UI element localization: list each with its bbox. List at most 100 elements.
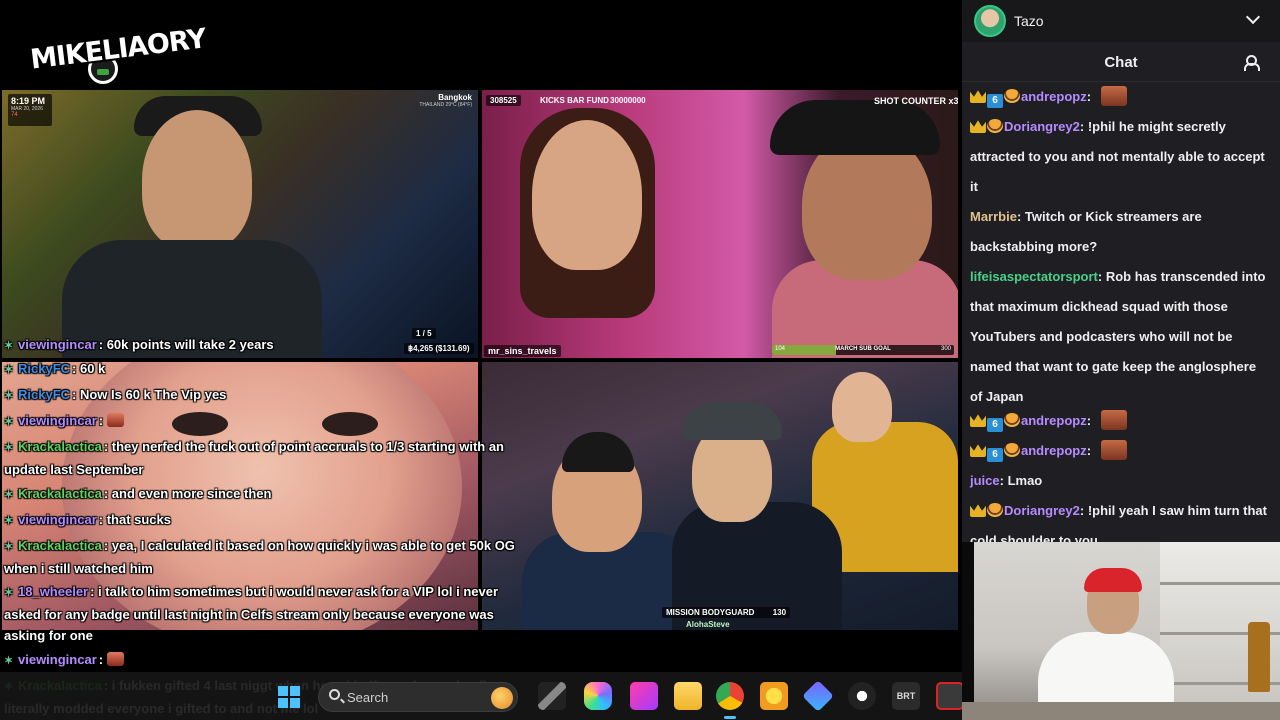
stream-tile-top-right[interactable]: 308525 KICKS BAR FUND 30000000 SHOT COUN… <box>482 90 958 358</box>
location-overlay: Bangkok THAILAND 29°C (84°F) <box>419 93 472 108</box>
mission-value: 130 <box>772 608 787 617</box>
bystander-face <box>832 372 892 442</box>
six-badge-icon[interactable]: 6 <box>987 94 1003 108</box>
chat-log[interactable]: 6 andrepopz: Doriangrey2: !phil he might … <box>962 82 1280 542</box>
chat-text: Lmao <box>1007 473 1043 488</box>
sun-app-icon[interactable] <box>760 682 788 710</box>
fedora <box>682 402 782 440</box>
overlay-chat-username: viewingincar <box>18 512 97 527</box>
start-button[interactable] <box>278 686 300 708</box>
sub-goal-bar: 104 MARCH SUB GOAL 300 <box>772 345 954 355</box>
kick-badge-icon: ✶ <box>4 416 14 428</box>
chat-username[interactable]: andrepopz <box>1021 89 1087 104</box>
weather-text: THAILAND 29°C (84°F) <box>419 102 472 108</box>
overlay-chat-text: : Now Is 60 k The Vip yes <box>72 387 227 402</box>
chat-colon: : <box>1086 89 1095 104</box>
chat-username[interactable]: Doriangrey2 <box>1004 119 1080 134</box>
chat-message[interactable]: 6 andrepopz: <box>970 406 1270 436</box>
keyboard <box>962 702 1280 720</box>
burger-badge-icon[interactable] <box>1004 89 1020 103</box>
overlay-chat-username: RickyFC <box>18 361 71 376</box>
sub-goal-target: 300 <box>940 346 951 352</box>
six-badge-icon[interactable]: 6 <box>987 448 1003 462</box>
chat-title: Chat <box>1104 54 1138 71</box>
chat-message[interactable]: Marrbie: Twitch or Kick streamers are ba… <box>970 202 1270 262</box>
chat-message[interactable]: juice: Lmao <box>970 466 1270 496</box>
chat-message[interactable]: 6 andrepopz: <box>970 436 1270 466</box>
diamond-app-icon[interactable] <box>802 680 834 712</box>
overlay-chat-line: ✶ viewingincar: 60k points will take 2 ye… <box>4 334 524 357</box>
chat-message[interactable]: lifeisaspectatorsport: Rob has transcend… <box>970 262 1270 412</box>
overlay-chat-text: : <box>98 652 104 667</box>
mission-label: MISSION BODYGUARD <box>666 608 755 617</box>
overlay-chat-username: RickyFC <box>18 387 71 402</box>
red-app-icon[interactable] <box>936 682 964 710</box>
chat-message[interactable]: Doriangrey2: !phil he might secretly att… <box>970 112 1270 202</box>
kick-badge-icon: ✶ <box>4 390 14 402</box>
overlay-chat-line: ✶ viewingincar: <box>4 649 524 672</box>
overlay-chat-line: ✶ viewingincar: <box>4 410 524 433</box>
crown-badge-icon[interactable] <box>970 90 986 103</box>
sub-goal-label: MARCH SUB GOAL <box>835 346 891 352</box>
kick-badge-icon: ✶ <box>4 587 14 599</box>
user-name[interactable]: Tazo <box>1014 13 1044 29</box>
kick-badge-icon: ✶ <box>4 541 14 553</box>
brt-app-icon[interactable]: BRT <box>892 682 920 710</box>
overlay-chat-line: ✶ Krackalactica: yea, I calculated it bas… <box>4 535 524 579</box>
chat-message[interactable]: 6 andrepopz: <box>970 82 1270 112</box>
burger-badge-icon[interactable] <box>987 119 1003 133</box>
six-badge-icon[interactable]: 6 <box>987 418 1003 432</box>
kick-badge-icon: ✶ <box>4 655 14 667</box>
overlay-chat-username: viewingincar <box>18 337 97 352</box>
burger-badge-icon[interactable] <box>987 503 1003 517</box>
file-explorer-icon[interactable] <box>538 682 566 710</box>
stream-tile-top-left[interactable]: 8:19 PM MAR 20, 2026 74 Bangkok THAILAND… <box>2 90 478 358</box>
chat-username[interactable]: juice <box>970 473 1000 488</box>
picsart-icon[interactable] <box>630 682 658 710</box>
chat-username[interactable]: Doriangrey2 <box>1004 503 1080 518</box>
start-logo-quad <box>278 698 288 708</box>
start-logo-quad <box>290 698 300 708</box>
screen: MIKELIAORY 8:19 PM MAR 20, 2026 74 Bangk… <box>0 0 1280 720</box>
taskbar-search[interactable]: Search <box>318 682 518 712</box>
webcam-feed <box>962 542 1280 720</box>
viewer-count: 74 <box>11 112 18 118</box>
start-logo-quad <box>290 686 300 696</box>
kick-badge-icon: ✶ <box>4 515 14 527</box>
crown-badge-icon[interactable] <box>970 414 986 427</box>
copilot-icon[interactable] <box>584 682 612 710</box>
start-logo-quad <box>278 686 288 696</box>
stream-tile-bottom-right[interactable]: MISSION BODYGUARD 130 AlohaSteve <box>482 362 958 630</box>
chat-colon: : <box>1097 269 1106 284</box>
chat-colon: : <box>1079 503 1088 518</box>
streamer-handle: AlohaSteve <box>686 620 730 629</box>
doorway <box>962 542 974 720</box>
folder-icon[interactable] <box>674 682 702 710</box>
emote-icon <box>107 413 125 427</box>
chat-username[interactable]: Marrbie <box>970 209 1017 224</box>
cap <box>770 100 940 155</box>
crown-badge-icon[interactable] <box>970 444 986 457</box>
red-beanie <box>1084 568 1142 592</box>
chevron-down-icon[interactable] <box>1245 9 1261 25</box>
emote-icon <box>1100 410 1127 430</box>
obs-icon[interactable] <box>848 682 876 710</box>
chrome-icon[interactable] <box>716 682 744 710</box>
overlay-chat-username: Krackalactica <box>18 486 102 501</box>
burger-badge-icon[interactable] <box>1004 413 1020 427</box>
channel-logo: MIKELIAORY <box>29 14 207 100</box>
crown-badge-icon[interactable] <box>970 504 986 517</box>
guest-face <box>532 120 642 270</box>
avatar[interactable] <box>974 5 1006 37</box>
overlay-chat-text: : <box>98 413 104 428</box>
chat-username[interactable]: andrepopz <box>1021 413 1087 428</box>
shot-counter: SHOT COUNTER x3 <box>874 96 958 106</box>
burger-badge-icon[interactable] <box>1004 443 1020 457</box>
overlay-chat-username: 18_wheeler <box>18 584 89 599</box>
users-icon[interactable] <box>1244 55 1262 71</box>
active-app-indicator <box>724 716 736 719</box>
crown-badge-icon[interactable] <box>970 120 986 133</box>
chat-username[interactable]: lifeisaspectatorsport <box>970 269 1098 284</box>
chat-username[interactable]: andrepopz <box>1021 443 1087 458</box>
chat-message[interactable]: Doriangrey2: !phil yeah I saw him turn t… <box>970 496 1270 542</box>
